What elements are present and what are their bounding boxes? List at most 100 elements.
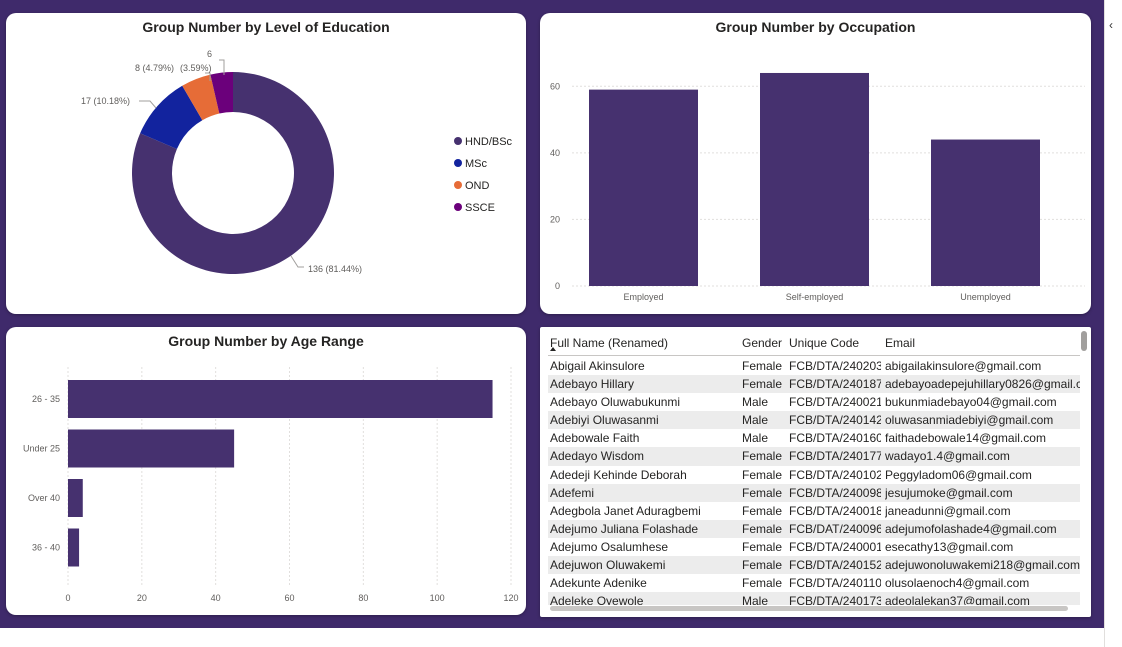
bar-age-3: [68, 528, 80, 567]
cell-unique-code: FCB/DTA/240203: [789, 359, 881, 373]
y-tick-label: Over 40: [28, 493, 60, 503]
table-row[interactable]: Adebiyi Oluwasanmi Male FCB/DTA/240142 oluw…: [548, 411, 1080, 430]
table-row[interactable]: Adebowale Faith Male FCB/DTA/240160 faithad…: [548, 429, 1080, 447]
table-row[interactable]: Adekunte Adenike Female FCB/DTA/240110 olus…: [548, 574, 1080, 592]
age-chart-card[interactable]: Group Number by Age Range 0 20 40 60 80 100 12…: [6, 327, 526, 615]
bar-age-1: [68, 429, 235, 468]
data-label-hndbsc: 136 (81.44%): [308, 264, 362, 274]
x-tick-label: 40: [211, 593, 221, 603]
table-header: Full Name (Renamed) Gender Unique Code E…: [548, 333, 1080, 356]
x-tick-label: 120: [503, 593, 518, 603]
filters-pane-label: [1107, 88, 1121, 132]
table-body: Abigail Akinsulore Female FCB/DTA/240203 ab…: [548, 357, 1080, 605]
y-tick-label: 40: [550, 148, 560, 158]
cell-full-name: Adefemi: [550, 485, 595, 500]
members-table: Full Name (Renamed) Gender Unique Code E…: [548, 333, 1080, 605]
cell-email: jesujumoke@gmail.com: [885, 485, 1013, 500]
occupation-chart-card[interactable]: Group Number by Occupation 0 20 40 60 Employ…: [540, 13, 1091, 314]
header-gender[interactable]: Gender: [742, 336, 782, 350]
cell-unique-code: FCB/DTA/240001: [789, 539, 881, 554]
cell-gender: Female: [742, 576, 783, 591]
cell-unique-code: FCB/DAT/240096: [789, 521, 881, 536]
y-tick-label: 0: [555, 281, 560, 291]
cell-gender: Female: [742, 539, 783, 554]
table-row[interactable]: Adejumo Juliana Folashade Female FCB/DAT/2…: [548, 519, 1080, 538]
occupation-column-chart: 0 20 40 60 Employed Self-employed Unemployed: [550, 72, 1085, 302]
cell-full-name: Adejumo Juliana Folashade: [550, 521, 699, 536]
window-bottom-strip: [0, 628, 1104, 647]
cell-full-name: Adekunte Adenike: [550, 576, 647, 591]
cell-email: olusolaenoch4@gmail.com: [885, 576, 1030, 591]
bar-unemployed: [931, 139, 1040, 286]
x-tick-label: Employed: [623, 292, 663, 302]
cell-unique-code: FCB/DTA/240173: [789, 594, 881, 605]
cell-unique-code: FCB/DTA/240098: [789, 485, 881, 500]
data-label-msc: 17 (10.18%): [81, 96, 130, 106]
report-canvas: Group Number by Level of Education 136 (…: [0, 0, 1104, 628]
table-row[interactable]: Adebayo Oluwabukunmi Male FCB/DTA/240021 bu…: [548, 393, 1080, 411]
x-tick-label: Unemployed: [960, 292, 1011, 302]
y-tick-label: Under 25: [23, 444, 60, 454]
cell-gender: Female: [742, 503, 783, 518]
y-tick-label: 60: [550, 81, 560, 91]
table-row[interactable]: Adejumo Osalumhese Female FCB/DTA/240001 es…: [548, 538, 1080, 556]
cell-email: faithadebowale14@gmail.com: [885, 431, 1046, 446]
cell-email: oluwasanmiadebiyi@gmail.com: [885, 413, 1054, 428]
cell-email: wadayo1.4@gmail.com: [885, 449, 1010, 464]
table-row[interactable]: Adefemi Female FCB/DTA/240098 jesujumoke@gm…: [548, 483, 1080, 502]
leader-line: [290, 255, 304, 268]
cell-gender: Female: [742, 377, 783, 392]
data-label-ssce: 6: [207, 49, 212, 59]
legend-marker-ssce: [454, 203, 462, 211]
cell-email: adejuwonoluwakemi218@gmail.com: [885, 558, 1080, 573]
members-table-card[interactable]: Full Name (Renamed) Gender Unique Code E…: [540, 327, 1091, 617]
table-row[interactable]: Adegbola Janet Aduragbemi Female FCB/DTA/2…: [548, 502, 1080, 520]
data-label-ssce-pct: (3.59%): [180, 63, 212, 73]
cell-unique-code: FCB/DTA/240021: [789, 395, 881, 410]
y-tick-label: 26 - 35: [32, 394, 60, 404]
vertical-scrollbar[interactable]: [1081, 331, 1087, 351]
table-row[interactable]: Adedayo Wisdom Female FCB/DTA/240177 wadayo…: [548, 447, 1080, 466]
legend-marker-hndbsc: [454, 137, 462, 145]
header-email[interactable]: Email: [885, 336, 915, 350]
cell-email: janeadunni@gmail.com: [885, 503, 1011, 518]
cell-unique-code: FCB/DTA/240187: [789, 377, 881, 392]
cell-gender: Female: [742, 467, 783, 482]
header-full-name[interactable]: Full Name (Renamed): [550, 336, 668, 350]
filters-pane-collapsed[interactable]: ‹: [1104, 0, 1122, 647]
horizontal-scrollbar[interactable]: [550, 606, 1068, 611]
cell-full-name: Adejuwon Oluwakemi: [550, 558, 666, 573]
table-row[interactable]: Adebayo Hillary Female FCB/DTA/240187 adeba…: [548, 375, 1080, 394]
legend-marker-ond: [454, 181, 462, 189]
bar-age-0: [68, 380, 493, 418]
cell-gender: Female: [742, 359, 783, 373]
education-chart-card[interactable]: Group Number by Level of Education 136 (…: [6, 13, 526, 314]
legend-label: MSc: [465, 158, 488, 170]
cell-full-name: Adeleke Oyewole: [550, 594, 644, 605]
legend-marker-msc: [454, 159, 462, 167]
x-tick-label: 60: [284, 593, 294, 603]
table-row[interactable]: Adedeji Kehinde Deborah Female FCB/DTA/240…: [548, 466, 1080, 484]
cell-email: esecathy13@gmail.com: [885, 539, 1014, 554]
cell-email: adejumofolashade4@gmail.com: [885, 521, 1057, 536]
x-tick-label: Self-employed: [786, 292, 844, 302]
sort-ascending-icon[interactable]: [550, 347, 556, 351]
header-unique-code[interactable]: Unique Code: [789, 336, 859, 350]
table-row[interactable]: Abigail Akinsulore Female FCB/DTA/240203 ab…: [548, 357, 1080, 375]
cell-gender: Male: [742, 395, 769, 410]
expand-pane-icon[interactable]: ‹: [1109, 18, 1113, 32]
cell-unique-code: FCB/DTA/240177: [789, 449, 881, 464]
cell-email: abigailakinsulore@gmail.com: [885, 359, 1042, 373]
education-donut-chart: 136 (81.44%) 17 (10.18%) 8 (4.79%) 6 (3.59%)…: [81, 49, 513, 274]
cell-email: Peggyladom06@gmail.com: [885, 467, 1032, 482]
cell-gender: Male: [742, 413, 769, 428]
cell-gender: Female: [742, 449, 783, 464]
table-row[interactable]: Adejuwon Oluwakemi Female FCB/DTA/240152 ad…: [548, 556, 1080, 575]
x-tick-label: 20: [137, 593, 147, 603]
table-row[interactable]: Adeleke Oyewole Male FCB/DTA/240173 adeolal…: [548, 592, 1080, 605]
bar-selfemployed: [760, 72, 869, 286]
cell-full-name: Adedeji Kehinde Deborah: [550, 467, 687, 482]
cell-email: adeolalekan37@gmail.com: [885, 594, 1030, 605]
legend-label: OND: [465, 180, 490, 192]
cell-gender: Female: [742, 558, 783, 573]
